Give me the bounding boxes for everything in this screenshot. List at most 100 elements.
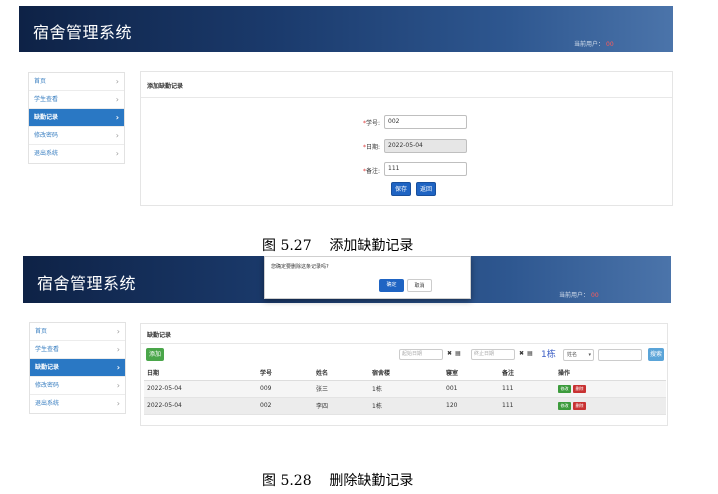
current-user-name: 00: [606, 41, 614, 48]
calendar-icon[interactable]: ▦: [527, 350, 533, 357]
cell-actions: 修改 删除: [555, 397, 666, 415]
edit-button[interactable]: 修改: [558, 384, 571, 393]
cell-actions: 修改 删除: [555, 380, 666, 398]
calendar-icon[interactable]: ▦: [455, 350, 461, 357]
chevron-right-icon: ›: [115, 77, 119, 86]
cell-room: 001: [443, 380, 499, 398]
sidebar-item-absence[interactable]: 缺勤记录 ›: [29, 109, 124, 127]
cell-building: 1栋: [369, 380, 443, 398]
search-field-select[interactable]: 姓名 ▾: [563, 349, 594, 361]
chevron-right-icon: ›: [115, 131, 119, 140]
column-header: 日期: [144, 366, 257, 381]
cell-student-id: 002: [257, 397, 313, 415]
save-button[interactable]: 保存: [391, 182, 411, 196]
sidebar-item-label: 学生查看: [35, 346, 60, 353]
sidebar-item-password[interactable]: 修改密码 ›: [29, 127, 124, 145]
cell-date: 2022-05-04: [144, 380, 257, 398]
current-user: 当前用户： 00: [559, 290, 599, 299]
table-row: 2022-05-04 009 张三 1栋 001 111 修改 删除: [144, 380, 666, 398]
sidebar-item-password[interactable]: 修改密码 ›: [30, 377, 125, 395]
current-user-label: 当前用户：: [574, 41, 605, 48]
figure-caption: 图 5.27 添加缺勤记录: [262, 238, 414, 254]
start-date-input[interactable]: 起始日期: [399, 349, 443, 360]
absence-table: 日期 学号 姓名 宿舍楼 寝室 备注 操作 2022-05-04 009 张三 …: [144, 366, 666, 415]
back-button[interactable]: 返回: [416, 182, 436, 196]
add-absence-panel: 添加缺勤记录 *学号: 002 *日期: 2022-05-04 *备注: 111…: [140, 71, 673, 206]
column-header: 操作: [555, 366, 666, 381]
cell-remark: 111: [499, 397, 555, 415]
sidebar-item-label: 学生查看: [34, 96, 59, 103]
cell-name: 李四: [313, 397, 369, 415]
confirm-delete-dialog: 您确定要删除这条记录吗? 确定 取消: [264, 256, 471, 299]
student-id-input[interactable]: 002: [384, 115, 467, 129]
screenshot-add-absence: 宿舍管理系统 当前用户： 00 首页 › 学生查看 › 缺勤记录 › 修改密码 › 退出系…: [19, 6, 673, 209]
student-id-label: *学号:: [340, 118, 380, 127]
sidebar: 首页 › 学生查看 › 缺勤记录 › 修改密码 › 退出系统 ›: [29, 322, 126, 414]
cell-date: 2022-05-04: [144, 397, 257, 415]
figure-caption: 图 5.28 删除缺勤记录: [262, 473, 414, 489]
end-date-input[interactable]: 终止日期: [471, 349, 515, 360]
system-title: 宿舍管理系统: [37, 274, 137, 293]
panel-divider: [141, 97, 672, 98]
date-input[interactable]: 2022-05-04: [384, 139, 467, 153]
field-label: 日期:: [365, 144, 380, 151]
search-input[interactable]: [598, 349, 642, 361]
cell-remark: 111: [499, 380, 555, 398]
sidebar-item-home[interactable]: 首页 ›: [30, 323, 125, 341]
sidebar-item-label: 修改密码: [34, 132, 59, 139]
column-header: 宿舍楼: [369, 366, 443, 381]
chevron-right-icon: ›: [115, 149, 119, 158]
sidebar-item-label: 缺勤记录: [34, 114, 59, 121]
field-label: 学号:: [365, 120, 380, 127]
header-banner: 宿舍管理系统 当前用户： 00: [19, 6, 673, 52]
chevron-right-icon: ›: [116, 363, 120, 372]
chevron-down-icon: ▾: [588, 352, 591, 358]
dialog-message: 您确定要删除这条记录吗?: [271, 264, 329, 270]
remark-label: *备注:: [340, 166, 380, 175]
sidebar: 首页 › 学生查看 › 缺勤记录 › 修改密码 › 退出系统 ›: [28, 72, 125, 164]
column-header: 学号: [257, 366, 313, 381]
column-header: 备注: [499, 366, 555, 381]
column-header: 姓名: [313, 366, 369, 381]
panel-divider: [141, 343, 667, 344]
chevron-right-icon: ›: [115, 113, 119, 122]
chevron-right-icon: ›: [115, 95, 119, 104]
select-value: 姓名: [567, 352, 578, 358]
current-user-label: 当前用户：: [559, 292, 590, 299]
sidebar-item-home[interactable]: 首页 ›: [29, 73, 124, 91]
delete-button[interactable]: 删除: [573, 401, 586, 410]
chevron-right-icon: ›: [116, 345, 120, 354]
clear-icon[interactable]: ✖: [519, 350, 524, 357]
cell-room: 120: [443, 397, 499, 415]
table-row: 2022-05-04 002 李四 1栋 120 111 修改 删除: [144, 397, 666, 415]
sidebar-item-students[interactable]: 学生查看 ›: [30, 341, 125, 359]
panel-title: 添加缺勤记录: [147, 83, 184, 90]
cancel-button[interactable]: 取消: [407, 279, 432, 292]
sidebar-item-absence[interactable]: 缺勤记录 ›: [30, 359, 125, 377]
sidebar-item-label: 缺勤记录: [35, 364, 60, 371]
remark-input[interactable]: 111: [384, 162, 467, 176]
sidebar-item-logout[interactable]: 退出系统 ›: [30, 395, 125, 413]
screenshot-delete-absence: 宿舍管理系统 当前用户： 00 您确定要删除这条记录吗? 确定 取消 首页 › 学生…: [23, 256, 671, 431]
edit-button[interactable]: 修改: [558, 401, 571, 410]
current-user: 当前用户： 00: [574, 39, 614, 48]
cell-building: 1栋: [369, 397, 443, 415]
column-header: 寝室: [443, 366, 499, 381]
chevron-right-icon: ›: [116, 399, 120, 408]
absence-list-panel: 缺勤记录 添加 起始日期 ✖ ▦ 终止日期 ✖ ▦ 1栋 姓名 ▾ 搜索 日期 学…: [140, 323, 668, 426]
sidebar-item-label: 首页: [34, 78, 47, 85]
chevron-right-icon: ›: [116, 327, 120, 336]
add-button[interactable]: 添加: [146, 348, 164, 361]
sidebar-item-label: 退出系统: [34, 150, 59, 157]
delete-button[interactable]: 删除: [573, 384, 586, 393]
cell-name: 张三: [313, 380, 369, 398]
field-label: 备注:: [365, 168, 380, 175]
search-button[interactable]: 搜索: [648, 348, 664, 361]
chevron-right-icon: ›: [116, 381, 120, 390]
confirm-button[interactable]: 确定: [379, 279, 404, 292]
sidebar-item-students[interactable]: 学生查看 ›: [29, 91, 124, 109]
clear-icon[interactable]: ✖: [447, 350, 452, 357]
current-user-name: 00: [591, 292, 599, 299]
sidebar-item-logout[interactable]: 退出系统 ›: [29, 145, 124, 163]
table-header-row: 日期 学号 姓名 宿舍楼 寝室 备注 操作: [144, 366, 666, 381]
